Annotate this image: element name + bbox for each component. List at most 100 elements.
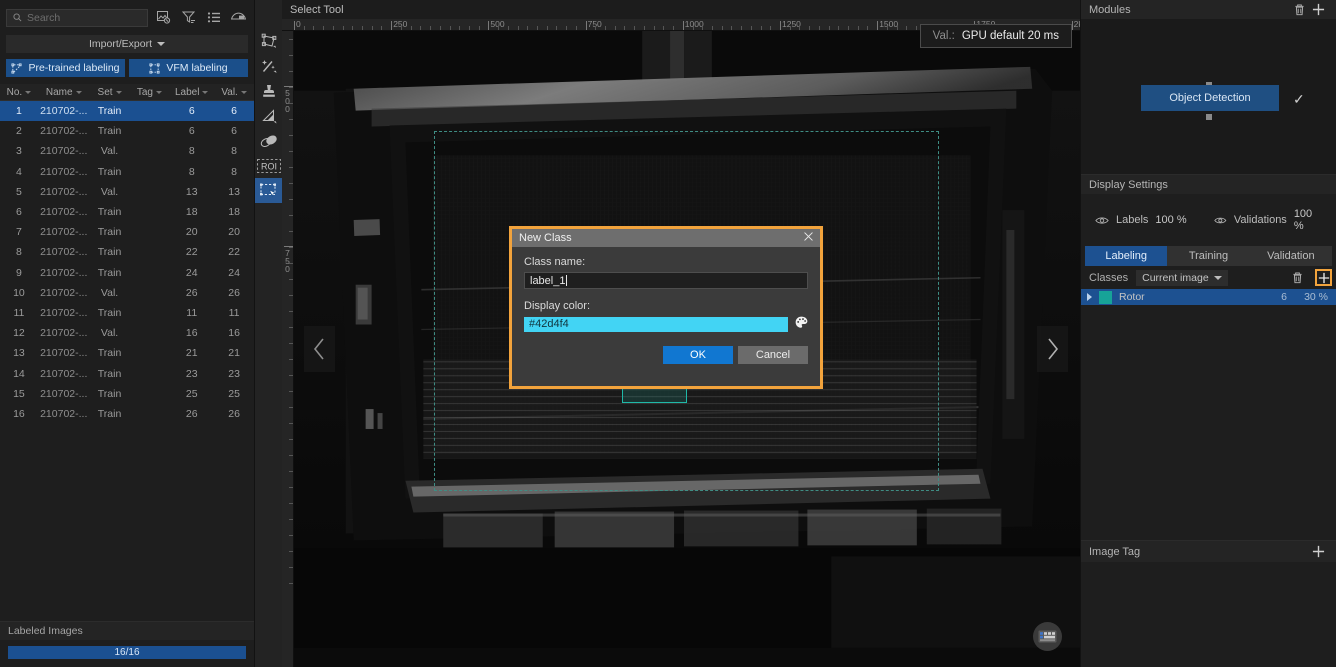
ruler-minor-tick <box>653 26 655 30</box>
table-column-header[interactable]: Label <box>169 87 214 98</box>
table-header: No. Name Set Tag Label Val. <box>0 84 254 101</box>
class-count: 6 <box>1281 291 1287 303</box>
class-color-swatch[interactable] <box>1099 290 1112 304</box>
keyboard-shortcuts-button[interactable] <box>1033 622 1062 651</box>
modules-header: Modules <box>1081 0 1336 19</box>
eraser-tool[interactable] <box>255 128 282 153</box>
table-row[interactable]: 13 210702-... Train 21 21 <box>0 343 254 363</box>
ruler-minor-tick <box>289 343 293 344</box>
table-row[interactable]: 15 210702-... Train 25 25 <box>0 384 254 404</box>
ruler-minor-tick <box>289 151 293 152</box>
class-name-label: Class name: <box>524 256 586 268</box>
ruler-minor-tick <box>818 26 820 30</box>
cancel-button[interactable]: Cancel <box>738 346 808 364</box>
class-name-input[interactable]: label_1 <box>524 272 808 289</box>
classes-trash-icon[interactable] <box>1288 268 1307 287</box>
magic-wand-tool[interactable] <box>255 53 282 78</box>
vfm-labeling-label: VFM labeling <box>166 62 228 74</box>
table-column-header[interactable]: Tag <box>129 87 169 98</box>
display-color-input[interactable]: #42d4f4 <box>524 316 788 332</box>
modules-trash-icon[interactable] <box>1290 0 1309 19</box>
classes-scope-dropdown[interactable]: Current image <box>1136 269 1228 286</box>
color-picker-button[interactable] <box>795 316 808 332</box>
display-setting-validations[interactable]: Validations 100 % <box>1214 208 1322 232</box>
table-row[interactable]: 6 210702-... Train 18 18 <box>0 202 254 222</box>
display-setting-validations-label: Validations <box>1233 214 1287 226</box>
table-row[interactable]: 14 210702-... Train 23 23 <box>0 363 254 383</box>
table-row[interactable]: 8 210702-... Train 22 22 <box>0 242 254 262</box>
table-row[interactable]: 7 210702-... Train 20 20 <box>0 222 254 242</box>
roi-tool[interactable]: ROI <box>255 153 282 178</box>
modules-canvas[interactable]: Object Detection ✓ <box>1081 19 1336 174</box>
class-row[interactable]: Rotor 6 30 % <box>1081 289 1336 305</box>
display-color-value: #42d4f4 <box>529 318 569 330</box>
modules-add-icon[interactable] <box>1309 0 1328 19</box>
table-row[interactable]: 10 210702-... Val. 26 26 <box>0 283 254 303</box>
table-column-header[interactable]: No. <box>0 87 38 98</box>
ruler-minor-tick <box>430 26 432 30</box>
ruler-minor-tick <box>313 26 315 30</box>
node-handle-bottom[interactable] <box>1206 114 1212 120</box>
tab-training[interactable]: Training <box>1167 246 1250 266</box>
pre-trained-labeling-label: Pre-trained labeling <box>28 62 120 74</box>
table-cell-set: Train <box>97 407 122 420</box>
table-row[interactable]: 16 210702-... Train 26 26 <box>0 404 254 424</box>
tool-title: Select Tool <box>290 3 344 16</box>
image-tag-add-icon[interactable] <box>1309 542 1328 561</box>
table-cell-name: 210702-... <box>40 286 88 299</box>
ok-button[interactable]: OK <box>663 346 733 364</box>
import-export-dropdown[interactable]: Import/Export <box>6 35 248 53</box>
display-setting-labels[interactable]: Labels 100 % <box>1095 214 1214 226</box>
stamp-tool[interactable] <box>255 78 282 103</box>
table-column-header[interactable]: Name <box>38 87 90 98</box>
dialog-close-button[interactable] <box>804 232 813 244</box>
ruler-minor-tick <box>342 26 344 30</box>
table-row[interactable]: 5 210702-... Val. 13 13 <box>0 182 254 202</box>
box-select-tool[interactable] <box>255 178 282 203</box>
polygon-tool[interactable] <box>255 28 282 53</box>
table-cell-name: 210702-... <box>40 367 88 380</box>
ruler-minor-tick <box>614 26 616 30</box>
ruler-minor-tick <box>439 26 441 30</box>
table-row[interactable]: 12 210702-... Val. 16 16 <box>0 323 254 343</box>
table-row[interactable]: 11 210702-... Train 11 11 <box>0 303 254 323</box>
table-cell-label: 6 <box>188 125 195 138</box>
pre-trained-labeling-button[interactable]: Pre-trained labeling <box>6 59 125 77</box>
expand-triangle-icon[interactable] <box>1087 293 1092 301</box>
table-cell-label: 8 <box>188 145 195 158</box>
tab-validation[interactable]: Validation <box>1249 246 1332 266</box>
chevron-down-icon <box>1213 275 1222 280</box>
ruler-minor-tick <box>867 26 869 30</box>
previous-image-button[interactable] <box>304 326 335 372</box>
table-row[interactable]: 9 210702-... Train 24 24 <box>0 263 254 283</box>
table-row[interactable]: 3 210702-... Val. 8 8 <box>0 141 254 161</box>
search-placeholder: Search <box>27 11 61 24</box>
ruler-minor-tick <box>750 26 752 30</box>
add-class-button[interactable] <box>1315 269 1332 286</box>
image-search-icon[interactable] <box>154 8 173 27</box>
table-cell-label: 22 <box>185 246 198 259</box>
table-cell-label: 18 <box>185 206 198 219</box>
tab-labeling[interactable]: Labeling <box>1085 246 1168 266</box>
next-image-button[interactable] <box>1037 326 1068 372</box>
table-row[interactable]: 4 210702-... Train 8 8 <box>0 162 254 182</box>
annotation-box-rotor[interactable] <box>622 388 687 403</box>
ruler-minor-tick <box>289 439 293 440</box>
module-node-object-detection[interactable]: Object Detection <box>1141 85 1279 111</box>
gradient-tool[interactable] <box>255 103 282 128</box>
table-row[interactable]: 1 210702-... Train 6 6 <box>0 101 254 122</box>
search-input[interactable]: Search <box>6 8 148 27</box>
ruler-minor-tick <box>289 183 293 184</box>
table-cell-no: 14 <box>13 367 25 380</box>
ruler-minor-tick <box>634 26 636 30</box>
list-icon[interactable] <box>204 8 223 27</box>
vfm-labeling-button[interactable]: VFM labeling <box>129 59 248 77</box>
filter-icon[interactable] <box>179 8 198 27</box>
right-panel-spacer <box>1081 305 1336 540</box>
table-column-header[interactable]: Set <box>90 87 130 98</box>
table-row[interactable]: 2 210702-... Train 6 6 <box>0 121 254 141</box>
table-column-header[interactable]: Val. <box>214 87 254 98</box>
panel-layout-icon[interactable] <box>229 8 248 27</box>
ruler-minor-tick <box>289 231 293 232</box>
table-cell-label: 21 <box>185 347 198 360</box>
